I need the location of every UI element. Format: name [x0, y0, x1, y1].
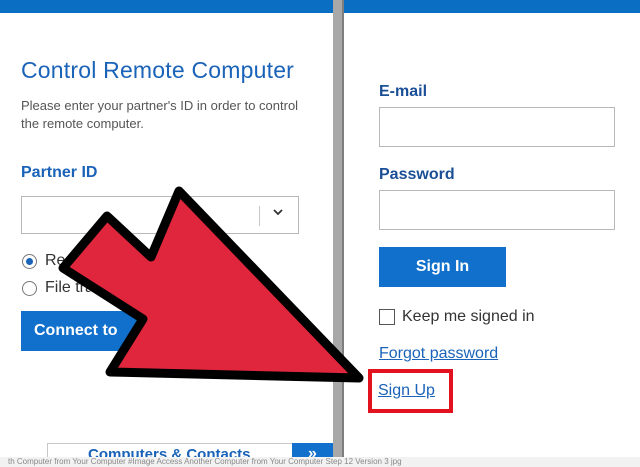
annotation-arrow-icon	[58, 186, 364, 383]
image-caption: th Computer from Your Computer #Image Ac…	[0, 457, 640, 467]
